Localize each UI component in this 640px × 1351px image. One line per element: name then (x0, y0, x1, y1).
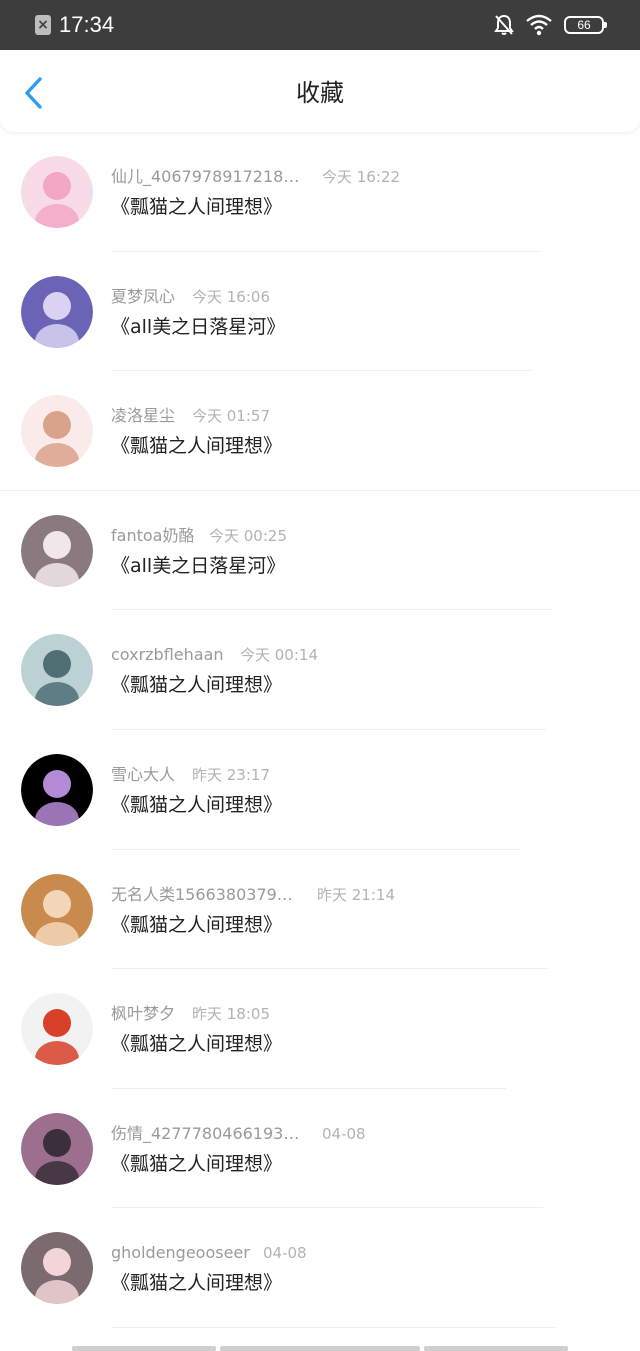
favorite-book-title[interactable]: 《瓢猫之人间理想》 (111, 194, 282, 220)
avatar[interactable] (21, 754, 93, 826)
favorite-time: 04-08 (263, 1244, 307, 1263)
favorite-list-item[interactable]: 凌洛星尘 今天 01:57 《瓢猫之人间理想》 (0, 371, 640, 491)
favorite-book-title[interactable]: 《瓢猫之人间理想》 (111, 912, 282, 938)
favorite-book-title[interactable]: 《瓢猫之人间理想》 (111, 433, 282, 459)
status-icons: 66 (494, 13, 607, 37)
avatar[interactable] (21, 634, 93, 707)
battery-icon: 66 (564, 16, 607, 34)
favorite-time: 今天 00:14 (240, 646, 318, 665)
favorite-list-item[interactable]: 雪心大人 昨天 23:17 《瓢猫之人间理想》 (0, 730, 640, 850)
favorite-list-item[interactable]: 仙儿_4067978917218… 今天 16:22 《瓢猫之人间理想》 (0, 132, 640, 252)
favorite-user-name[interactable]: 枫叶梦夕 (111, 1004, 175, 1024)
favorite-book-title[interactable]: 《all美之日落星河》 (111, 314, 285, 340)
avatar[interactable] (21, 1112, 93, 1185)
favorite-time: 今天 16:06 (192, 287, 270, 306)
list-divider (111, 1326, 555, 1328)
favorite-time: 昨天 21:14 (317, 885, 395, 904)
avatar[interactable] (21, 993, 93, 1066)
favorite-list-item[interactable]: coxrzbflehaan 今天 00:14 《瓢猫之人间理想》 (0, 610, 640, 730)
favorite-list-item[interactable]: 无名人类1566380379… 昨天 21:14 《瓢猫之人间理想》 (0, 850, 640, 970)
favorite-list-item[interactable]: fantoa奶酪 今天 00:25 《all美之日落星河》 (0, 491, 640, 611)
app-notification-icon: × (35, 15, 51, 35)
next-item-peek (0, 1346, 640, 1351)
favorite-book-title[interactable]: 《瓢猫之人间理想》 (111, 1270, 282, 1296)
avatar[interactable] (21, 395, 93, 468)
favorite-list-item[interactable]: 伤情_4277780466193… 04-08 《瓢猫之人间理想》 (0, 1089, 640, 1209)
avatar[interactable] (21, 873, 93, 946)
status-bar: × 17:34 66 (0, 0, 640, 50)
favorite-user-name[interactable]: 夏梦凤心 (111, 287, 175, 307)
avatar[interactable] (21, 514, 93, 587)
avatar[interactable] (21, 275, 93, 348)
favorite-time: 今天 00:25 (209, 526, 287, 545)
favorite-user-name[interactable]: gholdengeooseer (111, 1243, 250, 1263)
favorite-time: 昨天 23:17 (192, 766, 270, 784)
favorite-book-title[interactable]: 《all美之日落星河》 (111, 553, 285, 579)
favorite-user-name[interactable]: 伤情_4277780466193… (111, 1124, 299, 1144)
favorite-list-item[interactable]: 夏梦凤心 今天 16:06 《all美之日落星河》 (0, 252, 640, 372)
favorite-time: 今天 16:22 (322, 168, 400, 186)
favorite-user-name[interactable]: 无名人类1566380379… (111, 885, 293, 905)
favorite-book-title[interactable]: 《瓢猫之人间理想》 (111, 1031, 282, 1057)
favorite-time: 04-08 (322, 1124, 366, 1143)
avatar[interactable] (21, 1232, 93, 1305)
nav-header: 收藏 (0, 50, 640, 132)
favorite-user-name[interactable]: 雪心大人 (111, 765, 175, 785)
wifi-icon (526, 14, 552, 36)
favorite-book-title[interactable]: 《瓢猫之人间理想》 (111, 1151, 282, 1177)
avatar[interactable] (21, 156, 93, 228)
favorite-list-item[interactable]: 枫叶梦夕 昨天 18:05 《瓢猫之人间理想》 (0, 969, 640, 1089)
favorite-time: 昨天 18:05 (192, 1005, 270, 1024)
favorite-book-title[interactable]: 《瓢猫之人间理想》 (111, 792, 282, 818)
favorite-user-name[interactable]: 仙儿_4067978917218… (111, 167, 299, 187)
favorite-book-title[interactable]: 《瓢猫之人间理想》 (111, 672, 282, 698)
favorite-user-name[interactable]: fantoa奶酪 (111, 526, 194, 546)
favorite-user-name[interactable]: coxrzbflehaan (111, 645, 224, 665)
favorite-user-name[interactable]: 凌洛星尘 (111, 406, 175, 426)
status-time: 17:34 (59, 12, 115, 37)
page-title: 收藏 (296, 79, 344, 107)
favorite-list-item[interactable]: gholdengeooseer 04-08 《瓢猫之人间理想》 (0, 1208, 640, 1328)
mute-bell-icon (494, 14, 514, 36)
favorite-time: 今天 01:57 (192, 407, 270, 426)
